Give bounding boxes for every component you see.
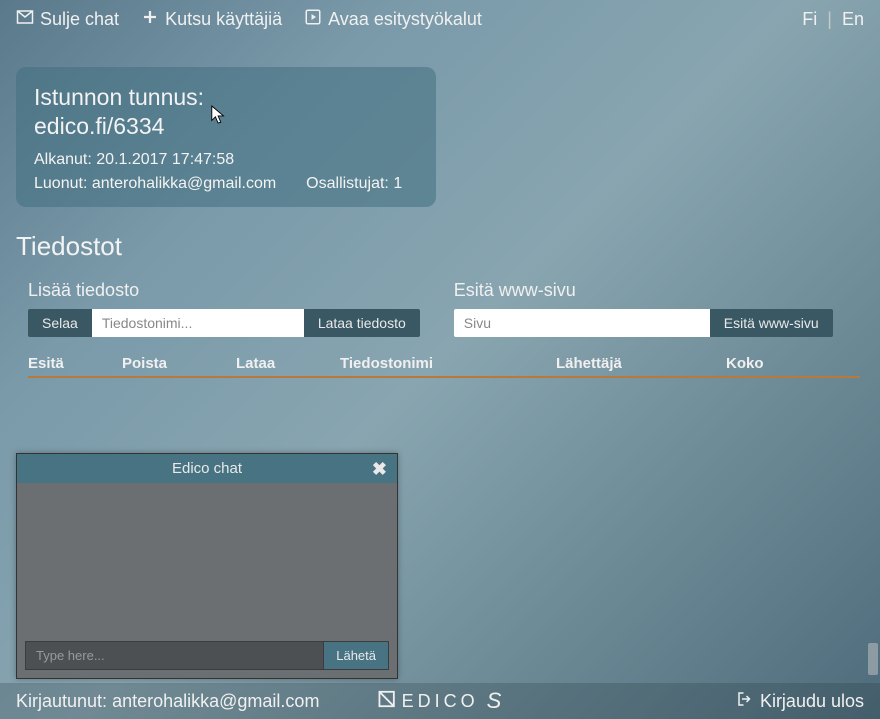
col-remove: Poista — [122, 355, 236, 372]
session-id-url: edico.fi/6334 — [34, 113, 164, 139]
upload-button[interactable]: Lataa tiedosto — [304, 309, 420, 337]
session-creator: Luonut: anterohalikka@gmail.com — [34, 175, 276, 193]
logged-in-user: anterohalikka@gmail.com — [112, 691, 319, 711]
top-actions: Sulje chat Kutsu käyttäjiä Avaa esitysty… — [16, 8, 482, 31]
brand-text: EDICO — [402, 691, 479, 712]
logout-icon — [736, 690, 754, 713]
col-download: Lataa — [236, 355, 340, 372]
chat-title: Edico chat — [172, 460, 242, 477]
brand: EDICO S — [378, 688, 503, 714]
chat-body — [17, 483, 397, 633]
page-input[interactable] — [454, 309, 710, 337]
logout-label: Kirjaudu ulos — [760, 691, 864, 712]
upload-group: Selaa Lataa tiedosto — [28, 309, 420, 337]
session-participants: Osallistujat: 1 — [306, 175, 402, 193]
scrollbar[interactable] — [868, 643, 878, 675]
brand-suffix: S — [487, 688, 503, 714]
browse-button[interactable]: Selaa — [28, 309, 92, 337]
logo-icon — [378, 690, 396, 713]
participants-label: Osallistujat: — [306, 175, 389, 192]
open-tools-label: Avaa esitystyökalut — [328, 9, 482, 30]
started-value: 20.1.2017 17:47:58 — [96, 151, 234, 168]
present-button[interactable]: Esitä www-sivu — [710, 309, 833, 337]
close-chat-label: Sulje chat — [40, 9, 119, 30]
logged-in: Kirjautunut: anterohalikka@gmail.com — [16, 691, 319, 712]
lang-fi[interactable]: Fi — [802, 9, 817, 30]
close-icon[interactable]: ✖ — [372, 459, 387, 480]
open-tools-button[interactable]: Avaa esitystyökalut — [304, 8, 482, 31]
files-section-title: Tiedostot — [16, 231, 864, 262]
chat-panel: Edico chat ✖ Lähetä — [16, 453, 398, 679]
col-size: Koko — [726, 355, 860, 372]
creator-label: Luonut: — [34, 175, 87, 192]
close-chat-button[interactable]: Sulje chat — [16, 8, 119, 31]
top-bar: Sulje chat Kutsu käyttäjiä Avaa esitysty… — [0, 0, 880, 39]
language-switch: Fi | En — [802, 9, 864, 30]
invite-users-button[interactable]: Kutsu käyttäjiä — [141, 8, 282, 31]
lang-en[interactable]: En — [842, 9, 864, 30]
col-sender: Lähettäjä — [556, 355, 726, 372]
add-file-title: Lisää tiedosto — [28, 280, 420, 301]
file-table-header: Esitä Poista Lataa Tiedostonimi Lähettäj… — [28, 355, 860, 378]
col-present: Esitä — [28, 355, 122, 372]
session-started: Alkanut: 20.1.2017 17:47:58 — [34, 151, 414, 169]
present-page-block: Esitä www-sivu Esitä www-sivu — [454, 280, 833, 337]
present-group: Esitä www-sivu — [454, 309, 833, 337]
invite-users-label: Kutsu käyttäjiä — [165, 9, 282, 30]
participants-value: 1 — [393, 175, 402, 192]
plus-icon — [141, 8, 159, 31]
chat-send-button[interactable]: Lähetä — [324, 641, 389, 670]
logged-in-label: Kirjautunut: — [16, 691, 107, 711]
present-title: Esitä www-sivu — [454, 280, 833, 301]
col-filename: Tiedostonimi — [340, 355, 556, 372]
filename-input[interactable] — [92, 309, 304, 337]
started-label: Alkanut: — [34, 151, 92, 168]
footer: Kirjautunut: anterohalikka@gmail.com EDI… — [0, 683, 880, 719]
session-card: Istunnon tunnus: edico.fi/6334 Alkanut: … — [16, 67, 436, 207]
file-area: Lisää tiedosto Selaa Lataa tiedosto Esit… — [28, 280, 860, 337]
creator-value: anterohalikka@gmail.com — [92, 175, 276, 192]
chat-input[interactable] — [25, 641, 324, 670]
lang-separator: | — [827, 9, 832, 30]
envelope-icon — [16, 8, 34, 31]
add-file-block: Lisää tiedosto Selaa Lataa tiedosto — [28, 280, 420, 337]
play-icon — [304, 8, 322, 31]
chat-header: Edico chat ✖ — [17, 454, 397, 483]
session-id-label: Istunnon tunnus: — [34, 84, 204, 110]
chat-input-row: Lähetä — [17, 633, 397, 678]
logout-button[interactable]: Kirjaudu ulos — [736, 690, 864, 713]
cursor-icon — [210, 104, 228, 131]
